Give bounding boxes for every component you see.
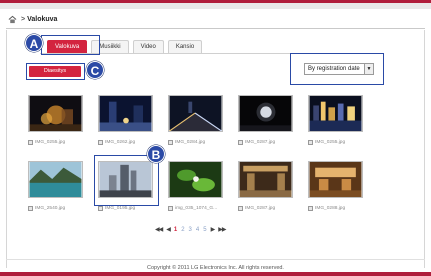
- tab-video[interactable]: Video: [132, 40, 164, 53]
- thumbnail-image[interactable]: [28, 95, 83, 132]
- thumbnail-image[interactable]: [308, 95, 363, 132]
- first-page-icon[interactable]: ◀◀: [155, 226, 163, 233]
- thumbnail-image[interactable]: [168, 95, 223, 132]
- thumbnail-label: IMG_0195.jpg: [98, 205, 155, 212]
- chevron-down-icon[interactable]: ▼: [364, 64, 373, 74]
- pagination: ◀◀ ◀ 1 2 3 4 5 ▶ ▶▶: [155, 226, 226, 234]
- thumbnail-label: img_035_1074_G...: [168, 205, 225, 212]
- image-file-icon: [238, 206, 243, 211]
- thumbnail-label: IMG_0284.jpg: [168, 139, 225, 146]
- thumbnail-item[interactable]: img_035_1074_G...: [168, 161, 225, 212]
- thumbnail-image[interactable]: [238, 161, 293, 198]
- image-file-icon: [238, 140, 243, 145]
- image-file-icon: [98, 206, 103, 211]
- thumbnail-image[interactable]: [308, 161, 363, 198]
- thumbnail-item[interactable]: IMG_0287.jpg: [238, 161, 295, 212]
- thumbnail-item[interactable]: IMG_0284.jpg: [168, 95, 225, 146]
- page-number[interactable]: 1: [174, 227, 177, 233]
- bottom-brand-bar: [0, 272, 431, 276]
- marker-c: C: [86, 61, 104, 79]
- next-page-icon[interactable]: ▶: [211, 226, 216, 233]
- top-gray-strip: [0, 3, 431, 9]
- tab-kansio[interactable]: Kansio: [167, 40, 203, 53]
- thumbnail-label: IMG_0287.jpg: [238, 205, 295, 212]
- thumbnail-label: IMG_0262.jpg: [98, 139, 155, 146]
- breadcrumb-separator: >: [21, 15, 26, 23]
- thumbnail-image[interactable]: [238, 95, 293, 132]
- thumbnail-image[interactable]: [98, 95, 153, 132]
- image-file-icon: [168, 206, 173, 211]
- highlight-box-a: [41, 35, 100, 55]
- marker-b: B: [147, 145, 165, 163]
- image-file-icon: [28, 206, 33, 211]
- thumbnail-label: IMG_0287.jpg: [238, 139, 295, 146]
- last-page-icon[interactable]: ▶▶: [218, 226, 226, 233]
- home-icon[interactable]: [8, 15, 17, 24]
- prev-page-icon[interactable]: ◀: [166, 226, 171, 233]
- image-file-icon: [308, 140, 313, 145]
- thumbnail-item[interactable]: IMG_0262.jpg: [98, 95, 155, 146]
- footer-divider: [6, 259, 425, 260]
- marker-a: A: [25, 34, 43, 52]
- highlight-box-c: [26, 63, 85, 80]
- thumbnail-item[interactable]: IMG_2540.jpg: [28, 161, 85, 212]
- image-file-icon: [98, 140, 103, 145]
- image-file-icon: [168, 140, 173, 145]
- sort-select[interactable]: By registration date ▼: [304, 63, 374, 75]
- image-file-icon: [308, 206, 313, 211]
- thumbnail-label: IMG_0255.jpg: [308, 139, 365, 146]
- breadcrumb-divider: [6, 28, 425, 29]
- thumbnail-item[interactable]: IMG_0288.jpg: [308, 161, 365, 212]
- thumbnail-label: IMG_0255.jpg: [28, 139, 85, 146]
- breadcrumb-title: Valokuva: [27, 15, 58, 23]
- app-frame: > Valokuva Valokuva Musiikki Video Kansi…: [0, 0, 431, 276]
- page-number[interactable]: 2: [181, 227, 184, 233]
- thumbnail-label: IMG_0288.jpg: [308, 205, 365, 212]
- footer-copyright: Copyright © 2011 LG Electronics Inc. All…: [147, 265, 284, 271]
- page-number[interactable]: 4: [196, 227, 199, 233]
- content-right-border: [424, 30, 425, 268]
- thumbnail-image[interactable]: [168, 161, 223, 198]
- thumbnail-label: IMG_2540.jpg: [28, 205, 85, 212]
- thumbnail-item[interactable]: IMG_0255.jpg: [308, 95, 365, 146]
- thumbnail-item[interactable]: IMG_0287.jpg: [238, 95, 295, 146]
- page-number[interactable]: 3: [189, 227, 192, 233]
- thumbnail-item[interactable]: IMG_0255.jpg: [28, 95, 85, 146]
- sort-selected-value: By registration date: [308, 66, 360, 72]
- image-file-icon: [28, 140, 33, 145]
- content-left-border: [6, 30, 7, 268]
- breadcrumb: > Valokuva: [8, 12, 57, 26]
- page-number[interactable]: 5: [203, 227, 206, 233]
- thumbnail-image[interactable]: [28, 161, 83, 198]
- highlight-box-b: [94, 155, 159, 206]
